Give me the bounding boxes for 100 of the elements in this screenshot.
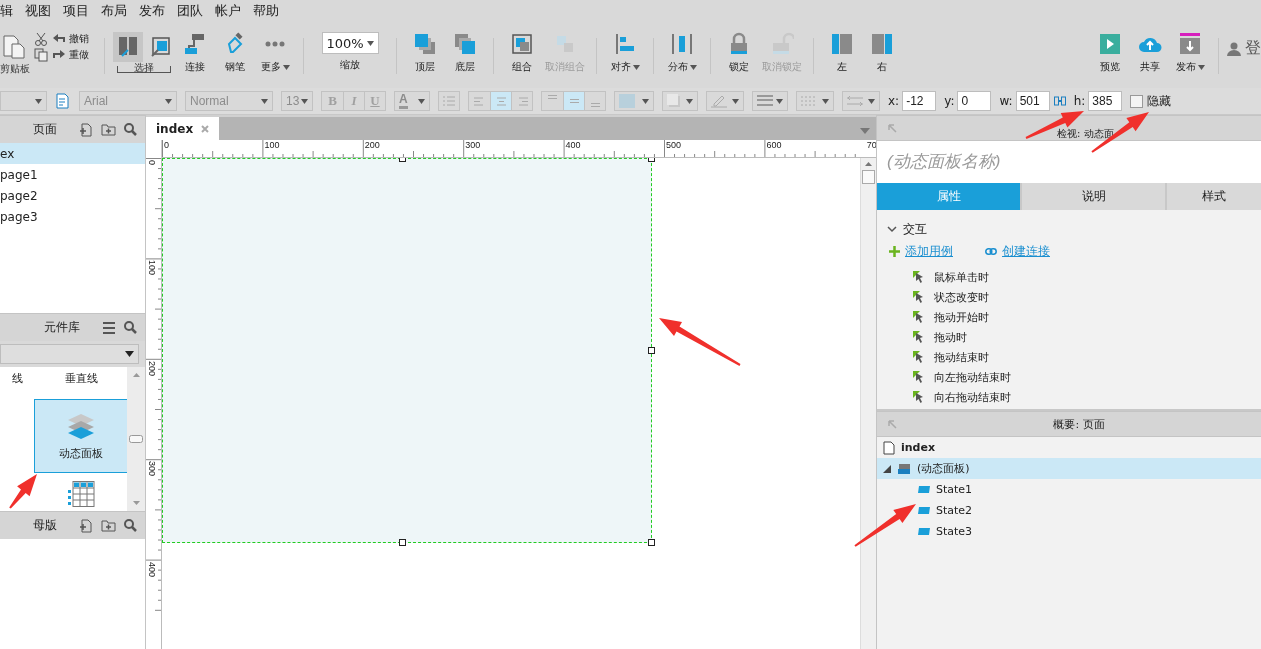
inspector-tab[interactable]: 样式 bbox=[1167, 183, 1261, 210]
document-tab[interactable]: index bbox=[146, 117, 220, 140]
bring-front-icon bbox=[413, 32, 437, 56]
aspect-lock-icon[interactable] bbox=[1053, 95, 1066, 107]
shadow-button[interactable] bbox=[662, 91, 698, 111]
geometry-field[interactable]: 0 bbox=[957, 91, 992, 111]
menu-item[interactable]: 项目 bbox=[57, 2, 95, 20]
line-pattern-button[interactable] bbox=[796, 91, 834, 111]
outline-item[interactable]: State2 bbox=[877, 500, 1261, 521]
event-item[interactable]: 拖动结束时 bbox=[887, 347, 1251, 367]
scrollbar[interactable] bbox=[860, 158, 876, 649]
redo-button[interactable]: 重做 bbox=[52, 48, 89, 62]
line-color-button[interactable] bbox=[706, 91, 744, 111]
event-cursor-icon bbox=[913, 311, 925, 323]
geometry-field[interactable]: 501 bbox=[1015, 91, 1050, 111]
layers-icon bbox=[66, 411, 96, 440]
add-folder-icon[interactable] bbox=[101, 519, 116, 532]
toolbar-button[interactable]: 共享 bbox=[1130, 32, 1170, 74]
name-field[interactable]: (动态面板名称) bbox=[877, 141, 1261, 183]
toolbar-button[interactable]: 连接 bbox=[175, 32, 215, 74]
cut-icon[interactable] bbox=[34, 32, 48, 46]
menu-item[interactable]: 团队 bbox=[171, 2, 209, 20]
outline-item[interactable]: (动态面板) bbox=[877, 458, 1261, 479]
panel-title: 母版 bbox=[33, 517, 57, 534]
toolbar-button[interactable]: 组合 bbox=[502, 32, 542, 74]
ruler-label: 400 bbox=[147, 561, 157, 577]
menu-item[interactable]: 辑 bbox=[0, 2, 19, 20]
collapse-arrow-icon[interactable] bbox=[887, 123, 897, 133]
valign-button[interactable] bbox=[563, 92, 584, 110]
search-icon[interactable] bbox=[124, 519, 137, 532]
section-header[interactable]: 交互 bbox=[887, 220, 1251, 238]
copy-icon[interactable] bbox=[34, 48, 48, 62]
hidden-checkbox[interactable] bbox=[1130, 94, 1144, 108]
geometry-field[interactable]: -12 bbox=[902, 91, 937, 111]
add-page-icon[interactable] bbox=[79, 518, 93, 533]
outline-item[interactable]: State3 bbox=[877, 521, 1261, 542]
line-weight-button[interactable] bbox=[752, 91, 788, 111]
login-button[interactable]: 登 bbox=[1227, 38, 1261, 59]
event-item[interactable]: 向右拖动结束时 bbox=[887, 387, 1251, 407]
event-item[interactable]: 状态改变时 bbox=[887, 287, 1251, 307]
toolbar-button[interactable]: 预览 bbox=[1090, 32, 1130, 74]
widget-item[interactable]: 线 bbox=[0, 367, 34, 399]
layers-icon bbox=[897, 462, 911, 475]
ruler-label: 100 bbox=[147, 260, 157, 276]
toolbar-button[interactable]: 对齐 bbox=[605, 32, 645, 74]
menu-item[interactable]: 布局 bbox=[95, 2, 133, 20]
paste-button[interactable]: 剪贴板 bbox=[0, 32, 30, 76]
resize-handle[interactable] bbox=[399, 539, 406, 546]
caret-icon[interactable] bbox=[860, 128, 870, 134]
page-item[interactable]: ex bbox=[0, 143, 145, 164]
geometry-label: h: bbox=[1073, 94, 1086, 108]
menu-icon[interactable] bbox=[102, 321, 116, 334]
geometry-field[interactable]: 385 bbox=[1088, 91, 1123, 111]
toolbar-button[interactable]: 右 bbox=[862, 32, 902, 74]
toolbar-button[interactable]: 锁定 bbox=[719, 32, 759, 74]
group-icon bbox=[510, 32, 534, 56]
toolbar-button[interactable]: 底层 bbox=[445, 32, 485, 74]
resize-handle[interactable] bbox=[648, 539, 655, 546]
arrow-style-button[interactable] bbox=[842, 91, 880, 111]
widget-tile[interactable]: 动态面板 bbox=[34, 399, 127, 473]
line-weight-icon bbox=[757, 95, 773, 107]
menu-item[interactable]: 帮助 bbox=[247, 2, 285, 20]
style-edit-icon[interactable] bbox=[55, 93, 71, 109]
search-icon[interactable] bbox=[124, 321, 137, 334]
add-folder-icon[interactable] bbox=[101, 123, 116, 136]
event-item[interactable]: 向左拖动结束时 bbox=[887, 367, 1251, 387]
fill-color-button[interactable] bbox=[614, 91, 654, 111]
collapse-arrow-icon[interactable] bbox=[887, 419, 897, 429]
menu-item[interactable]: 视图 bbox=[19, 2, 57, 20]
toolbar-button[interactable]: 更多 bbox=[255, 32, 295, 74]
outline-item[interactable]: State1 bbox=[877, 479, 1261, 500]
select-mode-button[interactable] bbox=[113, 32, 143, 62]
widget-item[interactable]: 垂直线 bbox=[34, 367, 127, 399]
add-page-icon[interactable] bbox=[79, 122, 93, 137]
undo-button[interactable]: 撤销 bbox=[52, 32, 89, 46]
resize-handle[interactable] bbox=[648, 347, 655, 354]
vertical-align-icon bbox=[589, 103, 601, 107]
zoom-dropdown[interactable]: 100% bbox=[321, 32, 379, 54]
close-icon[interactable] bbox=[201, 124, 210, 133]
caret-icon bbox=[632, 64, 640, 70]
toolbar-button[interactable]: 分布 bbox=[662, 32, 702, 74]
event-item[interactable]: 鼠标单击时 bbox=[887, 267, 1251, 287]
menu-item[interactable]: 发布 bbox=[133, 2, 171, 20]
toolbar-button[interactable]: 发布 bbox=[1170, 32, 1210, 74]
align-button[interactable] bbox=[490, 92, 511, 110]
library-dropdown[interactable] bbox=[0, 344, 139, 364]
event-item[interactable]: 拖动开始时 bbox=[887, 307, 1251, 327]
toolbar-button[interactable]: 顶层 bbox=[405, 32, 445, 74]
toolbar-button[interactable]: 左 bbox=[822, 32, 862, 74]
event-cursor-icon bbox=[913, 371, 925, 383]
event-cursor-icon bbox=[913, 351, 925, 363]
scrollbar[interactable] bbox=[127, 367, 145, 511]
outline-page-row[interactable]: index bbox=[877, 437, 1261, 458]
menu-item[interactable]: 帐户 bbox=[209, 2, 247, 20]
inspector-tab[interactable]: 说明 bbox=[1022, 183, 1165, 210]
table-icon[interactable] bbox=[67, 481, 95, 507]
event-item[interactable]: 拖动时 bbox=[887, 327, 1251, 347]
toolbar-button[interactable]: 钢笔 bbox=[215, 32, 255, 74]
style-dropdown[interactable] bbox=[0, 91, 47, 111]
search-icon[interactable] bbox=[124, 123, 137, 136]
